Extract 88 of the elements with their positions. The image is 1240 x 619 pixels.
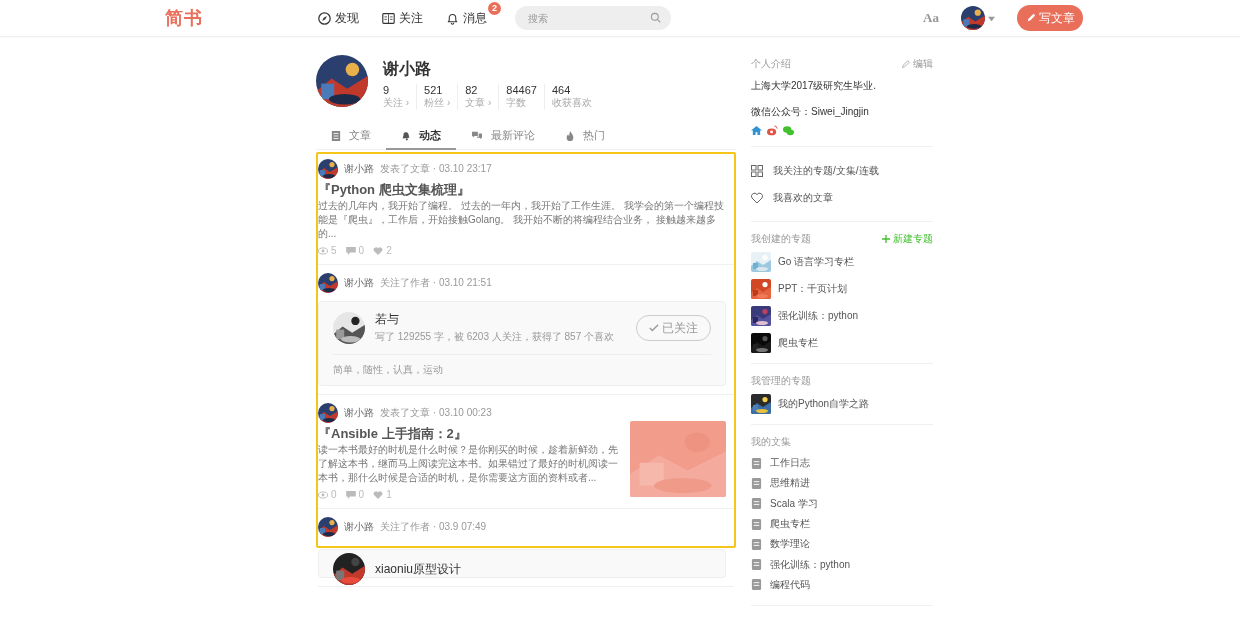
notification-badge: 2 xyxy=(488,1,501,15)
article-title[interactable]: 『Ansible 上手指南：2』 xyxy=(318,425,618,443)
document-icon xyxy=(331,130,341,141)
weibo-icon[interactable] xyxy=(767,125,778,136)
comments-icon xyxy=(471,130,483,141)
eye-icon xyxy=(318,246,328,255)
author-name[interactable]: 谢小路 xyxy=(344,276,374,290)
grid-icon xyxy=(751,164,763,177)
notebook-link[interactable]: 爬虫专栏 xyxy=(770,517,810,532)
stat-value: 82 xyxy=(465,84,479,96)
stat-value: 521 xyxy=(424,84,444,96)
stat-value: 84467 xyxy=(506,84,537,96)
sidebar-link[interactable]: 我关注的专题/文集/连载 xyxy=(773,163,879,178)
notebook-icon xyxy=(751,477,762,489)
nav-link[interactable]: 发现 xyxy=(318,9,359,27)
user-name[interactable]: xiaoniu原型设计 xyxy=(375,562,462,576)
plus-icon xyxy=(882,235,890,243)
article-abstract: 读一本书最好的时机是什么时候？是你刚买的时候，趁着新鲜劲，先了解这本书，继而马上阅读完这本书。如果错过了最好的时机阅读一本书，那什么时候是合适的时机，是你需要这方面的资料或者... xyxy=(318,443,618,485)
user-intro: 简单，随性，认真，运动 xyxy=(333,354,711,377)
collection-link[interactable]: Go 语言学习专栏 xyxy=(778,255,855,269)
view-count: 5 xyxy=(331,245,337,256)
article-abstract: 过去的几年内，我开始了编程。 过去的一年内，我开始了工作生涯。 我学会的第一个编程技能是『爬虫』，工作后，开始接触Golang。 我开始不断的将编程结合业务， 接触越来越多的... xyxy=(318,199,725,241)
bell-icon xyxy=(446,11,459,25)
heart-icon xyxy=(751,191,763,204)
like-count: 1 xyxy=(386,489,392,500)
nav-link[interactable]: 关注 xyxy=(382,9,423,27)
check-icon xyxy=(649,323,659,333)
stat-value: 9 xyxy=(383,84,391,96)
notebook-icon xyxy=(751,579,762,591)
comment-icon xyxy=(345,490,356,499)
heart-icon xyxy=(373,246,384,255)
notebook-icon xyxy=(751,457,762,469)
comment-count: 0 xyxy=(358,489,365,500)
activity-meta: 关注了作者 · 03.9 07:49 xyxy=(380,520,487,534)
notebook-link[interactable]: Scala 学习 xyxy=(770,496,818,511)
collection-link[interactable]: PPT：千页计划 xyxy=(778,282,848,296)
notebook-link[interactable]: 强化训练：python xyxy=(770,557,851,572)
notebook-icon xyxy=(751,498,762,510)
home-icon[interactable] xyxy=(751,125,762,136)
bell-icon xyxy=(401,130,411,141)
notebook-icon xyxy=(751,538,762,550)
section-title: 我的文集 xyxy=(751,435,791,449)
tab[interactable]: 文章 xyxy=(316,122,386,150)
sidebar-link[interactable]: 我喜欢的文章 xyxy=(773,190,833,205)
pen-icon xyxy=(1025,13,1036,23)
user-stats: 写了 129255 字，被 6203 人关注，获得了 857 个喜欢 xyxy=(375,330,614,344)
notebook-icon xyxy=(751,518,762,530)
activity-meta: 关注了作者 · 03.10 21:51 xyxy=(380,276,492,290)
view-count: 0 xyxy=(331,489,337,500)
nav-link[interactable]: 消息 xyxy=(446,9,487,27)
notebook-link[interactable]: 思维精进 xyxy=(770,476,810,491)
user-name: 谢小路 xyxy=(383,59,432,79)
notebook-link[interactable]: 工作日志 xyxy=(770,456,810,471)
article-title[interactable]: 『Python 爬虫文集梳理』 xyxy=(318,181,726,199)
user-name[interactable]: 若与 xyxy=(375,312,614,326)
author-name[interactable]: 谢小路 xyxy=(344,520,374,534)
stat-value: 464 xyxy=(551,84,572,96)
author-name[interactable]: 谢小路 xyxy=(344,162,374,176)
pencil-icon xyxy=(901,59,910,69)
comment-count: 0 xyxy=(358,245,365,256)
wechat-icon[interactable] xyxy=(783,125,794,136)
wechat-text: 微信公众号：Siwei_Jingjin xyxy=(751,105,870,119)
book-icon xyxy=(382,11,395,25)
intro-text: 上海大学2017级研究生毕业. xyxy=(751,79,878,93)
notebook-link[interactable]: 编程代码 xyxy=(770,577,810,592)
tab[interactable]: 动态 xyxy=(386,122,456,150)
comment-icon xyxy=(345,246,356,255)
activity-meta: 发表了文章 · 03.10 00:23 xyxy=(380,406,492,420)
search-icon xyxy=(650,12,661,23)
tab[interactable]: 热门 xyxy=(550,122,620,150)
collection-link[interactable]: 爬虫专栏 xyxy=(778,336,818,350)
section-title: 个人介绍 xyxy=(751,57,791,71)
eye-icon xyxy=(318,490,328,499)
heart-icon xyxy=(373,490,384,499)
section-title: 我创建的专题 xyxy=(751,232,811,246)
notebook-link[interactable]: 数学理论 xyxy=(770,537,810,552)
section-title: 我管理的专题 xyxy=(751,374,811,388)
collection-link[interactable]: 我的Python自学之路 xyxy=(778,397,870,411)
compass-icon xyxy=(318,11,331,25)
caret-icon[interactable] xyxy=(988,14,995,22)
author-name[interactable]: 谢小路 xyxy=(344,406,374,420)
tab[interactable]: 最新评论 xyxy=(456,122,550,150)
collection-link[interactable]: 强化训练：python xyxy=(778,309,859,323)
like-count: 2 xyxy=(386,245,392,256)
search-field[interactable]: 搜索 xyxy=(515,6,671,30)
notebook-icon xyxy=(751,559,762,571)
flame-icon xyxy=(565,130,575,141)
activity-meta: 发表了文章 · 03.10 23:17 xyxy=(380,162,492,176)
